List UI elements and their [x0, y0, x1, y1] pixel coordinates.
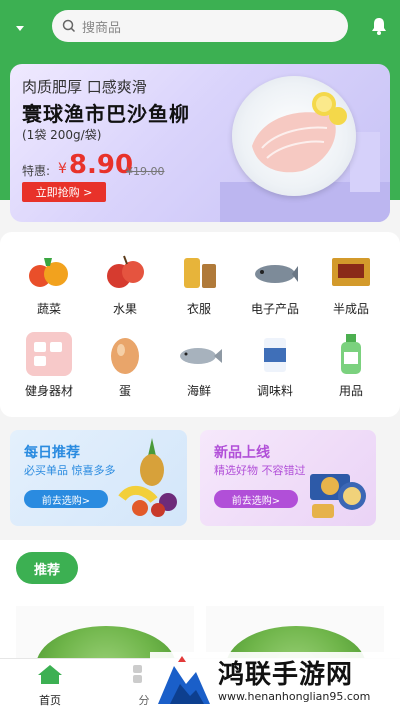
category-fitness[interactable]: 健身器材	[14, 332, 84, 399]
location-dropdown-icon[interactable]	[10, 18, 32, 36]
bell-icon[interactable]	[370, 16, 388, 36]
tab-home-label: 首页	[39, 694, 61, 707]
buy-now-button[interactable]: 立即抢购 >	[22, 182, 106, 202]
category-label: 蛋	[118, 384, 131, 398]
egg-icon	[102, 332, 148, 376]
category-egg[interactable]: 蛋	[90, 332, 160, 399]
new-arrival-card[interactable]: 新品上线 精选好物 不容错过 前去选购>	[200, 430, 376, 526]
category-label: 调味料	[256, 384, 293, 398]
price-value: 8.90	[68, 150, 134, 180]
semi-finished-icon	[328, 250, 374, 294]
category-electronics[interactable]: 电子产品	[240, 250, 310, 317]
category-vegetable[interactable]: 蔬菜	[14, 250, 84, 317]
clothes-icon	[176, 250, 222, 294]
category-label: 水果	[112, 302, 137, 316]
category-clothes[interactable]: 衣服	[164, 250, 234, 317]
daily-shop-button[interactable]: 前去选购>	[24, 490, 108, 508]
category-label: 健身器材	[24, 384, 73, 398]
old-price: ¥19.00	[126, 165, 165, 178]
category-label: 用品	[338, 384, 363, 398]
category-grid: 蔬菜 水果 衣服 电子产品 半成品 健身器材 蛋 海鲜 调味料 用品	[0, 232, 400, 417]
watermark-logo-icon	[158, 656, 210, 704]
category-label: 海鲜	[186, 384, 211, 398]
watermark-url: www.henanhonglian95.com	[218, 690, 371, 703]
category-label: 蔬菜	[36, 302, 61, 316]
electronics-icon	[252, 250, 298, 294]
seasoning-icon	[252, 332, 298, 376]
banner-spec: (1袋 200g/袋)	[22, 128, 102, 142]
fish-fillet-image	[232, 76, 356, 196]
search-bar[interactable]: 搜商品	[52, 10, 348, 42]
fruit-basket-image	[118, 438, 177, 517]
category-seafood[interactable]: 海鲜	[164, 332, 234, 399]
banner-title: 寰球渔市巴沙鱼柳	[22, 102, 190, 126]
snack-box-image	[310, 474, 366, 518]
watermark-name: 鸿联手游网	[218, 660, 354, 690]
category-daily-goods[interactable]: 用品	[316, 332, 386, 399]
recommend-section: 推荐	[0, 540, 400, 670]
category-seasoning[interactable]: 调味料	[240, 332, 310, 399]
search-icon	[62, 19, 76, 33]
daily-recommend-title: 每日推荐	[24, 445, 80, 461]
watermark: 鸿联手游网 www.henanhonglian95.com	[150, 652, 400, 710]
seafood-icon	[176, 332, 222, 376]
new-shop-button[interactable]: 前去选购>	[214, 490, 298, 508]
category-label: 电子产品	[250, 302, 299, 316]
banner-price: ¥8.90	[58, 150, 133, 180]
category-label: 半成品	[332, 302, 369, 316]
search-placeholder: 搜商品	[82, 20, 122, 36]
tab-home[interactable]: 首页	[20, 663, 80, 708]
recommend-tag[interactable]: 推荐	[16, 552, 78, 584]
home-icon	[38, 665, 62, 684]
currency-symbol: ¥	[58, 161, 67, 177]
category-label: 衣服	[186, 302, 211, 316]
daily-recommend-card[interactable]: 每日推荐 必买单品 惊喜多多 前去选购>	[10, 430, 187, 526]
promo-banner[interactable]: 肉质肥厚 口感爽滑 寰球渔市巴沙鱼柳 (1袋 200g/袋) 特惠: ¥8.90…	[10, 64, 390, 222]
category-semi-finished[interactable]: 半成品	[316, 250, 386, 317]
vegetable-icon	[26, 250, 72, 294]
daily-recommend-subtitle: 必买单品 惊喜多多	[24, 464, 116, 477]
fitness-icon	[26, 332, 72, 376]
new-arrival-title: 新品上线	[214, 445, 270, 461]
price-label: 特惠:	[22, 164, 51, 178]
banner-subtitle: 肉质肥厚 口感爽滑	[22, 78, 147, 96]
fruit-icon	[102, 250, 148, 294]
category-fruit[interactable]: 水果	[90, 250, 160, 317]
new-arrival-subtitle: 精选好物 不容错过	[214, 464, 306, 477]
detergent-icon	[328, 332, 374, 376]
